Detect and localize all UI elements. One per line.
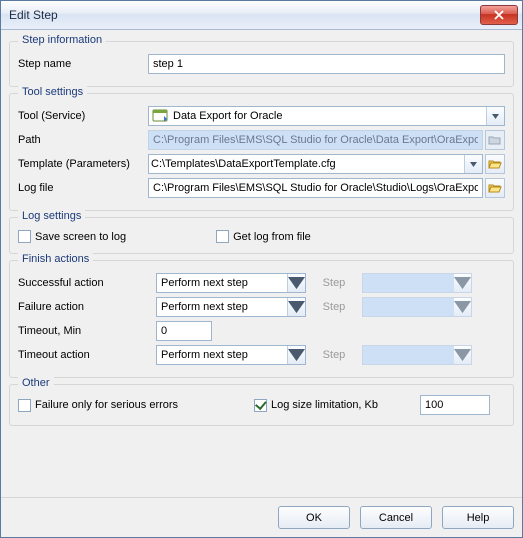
log-size-label: Log size limitation, Kb (271, 399, 378, 411)
chevron-down-icon (470, 162, 477, 167)
chevron-down-icon (454, 277, 471, 289)
legend-log-settings: Log settings (18, 210, 85, 222)
legend-tool-settings: Tool settings (18, 86, 87, 98)
logfile-label: Log file (18, 182, 148, 194)
successful-action-combobox[interactable]: Perform next step (156, 273, 306, 293)
timeout-min-input[interactable] (156, 321, 212, 341)
success-step-label: Step (314, 277, 354, 289)
cancel-button[interactable]: Cancel (360, 506, 432, 529)
failure-step-combobox[interactable] (362, 297, 472, 317)
logfile-input[interactable] (148, 178, 483, 198)
template-text: C:\Templates\DataExportTemplate.cfg (149, 158, 464, 170)
template-dropdown-button[interactable] (464, 155, 482, 173)
folder-icon (488, 133, 502, 147)
step-name-input[interactable] (148, 54, 505, 74)
chevron-down-icon (288, 301, 305, 313)
failure-only-label: Failure only for serious errors (35, 399, 178, 411)
path-browse-button[interactable] (485, 130, 505, 150)
timeout-min-label: Timeout, Min (18, 325, 148, 337)
tool-selected-text: Data Export for Oracle (171, 110, 486, 122)
dialog-footer: OK Cancel Help (1, 497, 522, 537)
chevron-down-icon (288, 277, 305, 289)
get-log-checkbox[interactable] (216, 230, 229, 243)
legend-finish-actions: Finish actions (18, 253, 93, 265)
help-button[interactable]: Help (442, 506, 514, 529)
timeout-step-dropdown-button[interactable] (454, 346, 471, 364)
group-finish-actions: Finish actions Successful action Perform… (9, 260, 514, 378)
folder-open-icon (488, 157, 502, 171)
ok-button[interactable]: OK (278, 506, 350, 529)
chevron-down-icon (454, 349, 471, 361)
tool-dropdown-button[interactable] (486, 107, 504, 125)
successful-action-dropdown-button[interactable] (287, 274, 305, 292)
timeout-action-dropdown-button[interactable] (287, 346, 305, 364)
group-other: Other Failure only for serious errors Lo… (9, 384, 514, 426)
template-label: Template (Parameters) (18, 158, 148, 170)
timeout-step-label: Step (314, 349, 354, 361)
chevron-down-icon (288, 349, 305, 361)
failure-step-label: Step (314, 301, 354, 313)
close-icon (494, 10, 504, 20)
successful-action-text: Perform next step (157, 277, 287, 289)
chevron-down-icon (454, 301, 471, 313)
template-browse-button[interactable] (485, 154, 505, 174)
get-log-label: Get log from file (233, 231, 311, 243)
template-combobox[interactable]: C:\Templates\DataExportTemplate.cfg (148, 154, 483, 174)
tool-app-icon (152, 108, 168, 124)
failure-only-checkbox[interactable] (18, 399, 31, 412)
failure-action-dropdown-button[interactable] (287, 298, 305, 316)
tool-combobox[interactable]: Data Export for Oracle (148, 106, 505, 126)
failure-action-label: Failure action (18, 301, 148, 313)
step-name-label: Step name (18, 58, 148, 70)
tool-label: Tool (Service) (18, 110, 148, 122)
logfile-browse-button[interactable] (485, 178, 505, 198)
timeout-step-combobox[interactable] (362, 345, 472, 365)
group-tool-settings: Tool settings Tool (Service) Data Export… (9, 93, 514, 211)
legend-step-information: Step information (18, 34, 106, 46)
path-input (148, 130, 483, 150)
failure-step-dropdown-button[interactable] (454, 298, 471, 316)
path-label: Path (18, 134, 148, 146)
successful-action-label: Successful action (18, 277, 148, 289)
window-title: Edit Step (9, 8, 480, 22)
save-screen-checkbox[interactable] (18, 230, 31, 243)
timeout-action-combobox[interactable]: Perform next step (156, 345, 306, 365)
failure-action-text: Perform next step (157, 301, 287, 313)
group-step-information: Step information Step name (9, 41, 514, 87)
save-screen-label: Save screen to log (35, 231, 126, 243)
log-size-input[interactable] (420, 395, 490, 415)
log-size-checkbox[interactable] (254, 399, 267, 412)
title-bar: Edit Step (1, 1, 522, 30)
success-step-dropdown-button[interactable] (454, 274, 471, 292)
folder-open-icon (488, 181, 502, 195)
chevron-down-icon (492, 114, 499, 119)
success-step-combobox[interactable] (362, 273, 472, 293)
failure-action-combobox[interactable]: Perform next step (156, 297, 306, 317)
timeout-action-label: Timeout action (18, 349, 148, 361)
group-log-settings: Log settings Save screen to log Get log … (9, 217, 514, 254)
close-button[interactable] (480, 5, 518, 25)
legend-other: Other (18, 377, 54, 389)
timeout-action-text: Perform next step (157, 349, 287, 361)
